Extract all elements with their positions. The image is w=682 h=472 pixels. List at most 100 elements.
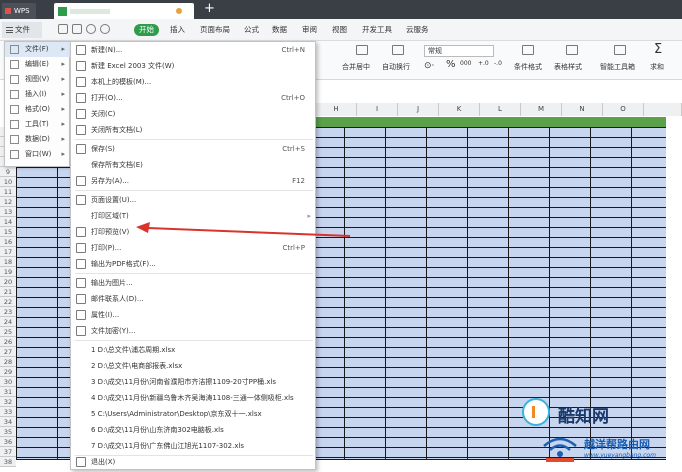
edit-menu-item[interactable]: 编辑(E) ▸ (5, 57, 71, 72)
insert-menu-item[interactable]: 插入(I) ▸ (5, 87, 71, 102)
column-header-cell[interactable]: H (316, 103, 357, 116)
menu-encrypt[interactable]: 文件加密(Y)... (71, 323, 317, 339)
row-header-cell[interactable]: 32 (0, 397, 16, 407)
row-header-cell[interactable]: 21 (0, 287, 16, 297)
row-header-cell[interactable]: 31 (0, 387, 16, 397)
document-tab[interactable] (54, 3, 194, 19)
column-header-cell[interactable] (644, 103, 682, 116)
file-menu-button[interactable]: 文件 (2, 22, 42, 38)
decimal-increase-icon[interactable]: +.0 (478, 60, 489, 67)
row-header-cell[interactable]: 12 (0, 197, 16, 207)
tools-menu-item[interactable]: 工具(T) ▸ (5, 117, 71, 132)
tab-insert[interactable]: 插入 (170, 24, 185, 36)
column-header-cell[interactable]: M (521, 103, 562, 116)
menu-mail-contact[interactable]: 邮件联系人(D)... (71, 291, 317, 307)
recent-file-item[interactable]: 7 D:\成交\11月份\广东佛山江旭光1107-302.xls (71, 438, 317, 454)
window-menu-item[interactable]: 窗口(W) ▸ (5, 147, 71, 162)
row-header-cell[interactable]: 26 (0, 337, 16, 347)
row-header-cell[interactable]: 27 (0, 347, 16, 357)
redo-icon[interactable] (100, 24, 110, 34)
row-header-cell[interactable]: 11 (0, 187, 16, 197)
undo-icon[interactable] (86, 24, 96, 34)
tab-start[interactable]: 开始 (134, 24, 159, 36)
column-header-cell[interactable]: N (562, 103, 603, 116)
column-header-cell[interactable]: I (357, 103, 398, 116)
recent-file-item[interactable]: 3 D:\成交\11月份\河南省濮阳市齐洁擦1109-20寸PP桶.xls (71, 374, 317, 390)
save-icon[interactable] (58, 24, 68, 34)
format-menu-item[interactable]: 格式(O) ▸ (5, 102, 71, 117)
row-header-cell[interactable]: 37 (0, 447, 16, 457)
number-format-select[interactable]: 常规 (424, 45, 494, 57)
menu-properties[interactable]: 属性(I)... (71, 307, 317, 323)
menu-save-all[interactable]: 保存所有文档(E) (71, 157, 317, 173)
recent-file-item[interactable]: 6 D:\成交\11月份\山东济南302电脑板.xls (71, 422, 317, 438)
tab-review[interactable]: 审阅 (302, 24, 317, 36)
column-header-cell[interactable]: O (603, 103, 644, 116)
row-header-cell[interactable]: 16 (0, 237, 16, 247)
tab-formula[interactable]: 公式 (244, 24, 259, 36)
row-header-cell[interactable]: 30 (0, 377, 16, 387)
file-menu-item[interactable]: 文件(F) ▸ (5, 42, 71, 57)
row-header-cell[interactable]: 18 (0, 257, 16, 267)
row-header-cell[interactable]: 36 (0, 437, 16, 447)
column-header-cell[interactable]: J (398, 103, 439, 116)
data-menu-item[interactable]: 数据(D) ▸ (5, 132, 71, 147)
row-header-cell[interactable]: 34 (0, 417, 16, 427)
row-header-cell[interactable]: 33 (0, 407, 16, 417)
menu-open[interactable]: 打开(O)... Ctrl+O (71, 90, 317, 106)
recent-file-item[interactable]: 4 D:\成交\11月份\新疆乌鲁木齐吴海涛1108-三通一体侧吸柜.xls (71, 390, 317, 406)
tab-developer[interactable]: 开发工具 (362, 24, 392, 36)
menu-local-template[interactable]: 本机上的模板(M)... (71, 74, 317, 90)
column-header-cell[interactable]: K (439, 103, 480, 116)
menu-close[interactable]: 关闭(C) (71, 106, 317, 122)
menu-save-as[interactable]: 另存为(A)... F12 (71, 173, 317, 189)
thousands-icon[interactable]: 000 (460, 60, 471, 67)
tab-view[interactable]: 视图 (332, 24, 347, 36)
menu-exit[interactable]: 退出(X) (71, 454, 317, 470)
row-header-cell[interactable]: 13 (0, 207, 16, 217)
percent-button[interactable]: % (446, 59, 456, 70)
menu-page-setup[interactable]: 页面设置(U)... (71, 192, 317, 208)
menu-print[interactable]: 打印(P)... Ctrl+P (71, 240, 317, 256)
row-header-cell[interactable]: 23 (0, 307, 16, 317)
menu-close-all[interactable]: 关闭所有文档(L) (71, 122, 317, 138)
menu-new-excel2003[interactable]: 新建 Excel 2003 文件(W) (71, 58, 317, 74)
recent-file-item[interactable]: 5 C:\Users\Administrator\Desktop\京东双十一.x… (71, 406, 317, 422)
wps-app-tab[interactable]: WPS (2, 3, 36, 19)
row-header-cell[interactable]: 35 (0, 427, 16, 437)
row-header-cell[interactable]: 14 (0, 217, 16, 227)
row-header-cell[interactable]: 20 (0, 277, 16, 287)
row-header-cell[interactable]: 22 (0, 297, 16, 307)
row-header-cell[interactable]: 19 (0, 267, 16, 277)
new-tab-button[interactable]: + (204, 2, 215, 16)
tab-cloud[interactable]: 云服务 (406, 24, 429, 36)
menu-export-pdf[interactable]: 输出为PDF格式(F)... (71, 256, 317, 272)
row-header-cell[interactable]: 28 (0, 357, 16, 367)
row-header-cell[interactable]: 24 (0, 317, 16, 327)
row-header-cell[interactable]: 9 (0, 167, 16, 177)
recent-file-item[interactable]: 2 D:\总文件\电商部报表.xlsx (71, 358, 317, 374)
row-header-cell[interactable]: 15 (0, 227, 16, 237)
row-header-cell[interactable]: 10 (0, 177, 16, 187)
currency-icon[interactable]: ⊙· (424, 61, 434, 71)
recent-file-item[interactable]: 1 D:\总文件\浦芯周期.xlsx (71, 342, 317, 358)
menu-export-image[interactable]: 输出为图片... (71, 275, 317, 291)
smart-toolbox-button[interactable]: 智能工具箱 (600, 62, 635, 72)
menu-new[interactable]: 新建(N)... Ctrl+N (71, 42, 317, 58)
merge-center-button[interactable]: 合并居中 (342, 62, 370, 72)
menu-save[interactable]: 保存(S) Ctrl+S (71, 141, 317, 157)
decimal-decrease-icon[interactable]: -.0 (494, 60, 502, 67)
view-menu-item[interactable]: 视图(V) ▸ (5, 72, 71, 87)
tab-page-layout[interactable]: 页面布局 (200, 24, 230, 36)
column-header-cell[interactable]: L (480, 103, 521, 116)
row-header-cell[interactable]: 38 (0, 457, 16, 467)
row-header-cell[interactable]: 29 (0, 367, 16, 377)
print-icon[interactable] (72, 24, 82, 34)
sum-button[interactable]: 求和 (650, 62, 664, 72)
table-style-button[interactable]: 表格样式 (554, 62, 582, 72)
auto-wrap-button[interactable]: 自动换行 (382, 62, 410, 72)
conditional-format-button[interactable]: 条件格式 (514, 62, 542, 72)
row-header-cell[interactable]: 17 (0, 247, 16, 257)
row-header-cell[interactable]: 25 (0, 327, 16, 337)
tab-data[interactable]: 数据 (272, 24, 287, 36)
